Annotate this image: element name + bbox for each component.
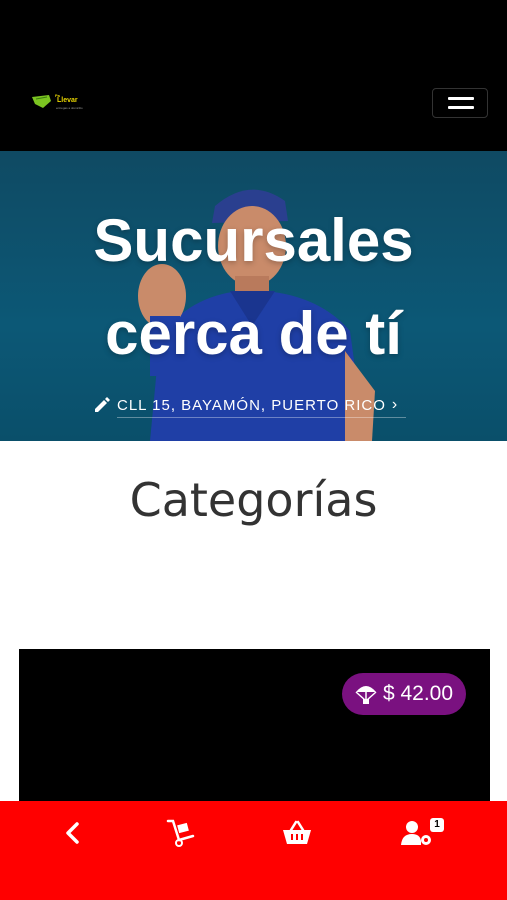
hero-title-line2: cerca de tí: [105, 300, 402, 367]
categories-title: Categorías: [129, 473, 378, 527]
hero-banner: Sucursales cerca de tí CLL 15, BAYAMÓN, …: [0, 151, 507, 441]
chevron-right-icon: ›: [391, 396, 399, 413]
hamburger-icon: [448, 97, 474, 100]
back-arrow-icon: [66, 822, 79, 844]
address-underline: [117, 417, 406, 418]
bottom-navigation: 1: [0, 801, 507, 900]
hand-truck-icon: [166, 819, 195, 847]
category-card[interactable]: $ 42.00: [19, 649, 490, 809]
parachute-icon: [355, 686, 377, 704]
pencil-icon: [95, 397, 110, 412]
logo-name: Llevar: [57, 97, 78, 104]
address-text: CLL 15, BAYAMÓN, PUERTO RICO: [117, 396, 386, 414]
brand-logo[interactable]: Pa Llevar entregas a domicilio: [31, 94, 91, 112]
logo-leaf-icon: [32, 95, 51, 108]
nav-delivery-button[interactable]: [161, 815, 201, 851]
nav-back-button[interactable]: [53, 815, 93, 851]
address-selector[interactable]: CLL 15, BAYAMÓN, PUERTO RICO ›: [93, 394, 398, 416]
price-value: $ 42.00: [382, 682, 454, 705]
top-header: Pa Llevar entregas a domicilio: [0, 0, 507, 151]
user-settings-icon: [401, 821, 431, 845]
basket-icon: [283, 820, 311, 844]
price-badge: $ 42.00: [342, 673, 466, 715]
hero-title-line1: Sucursales: [93, 207, 414, 274]
logo-tagline: entregas a domicilio: [56, 106, 83, 110]
notification-badge: 1: [430, 818, 444, 832]
hamburger-icon-bar: [448, 106, 474, 109]
nav-basket-button[interactable]: [277, 815, 317, 851]
hamburger-menu-button[interactable]: [432, 88, 488, 118]
